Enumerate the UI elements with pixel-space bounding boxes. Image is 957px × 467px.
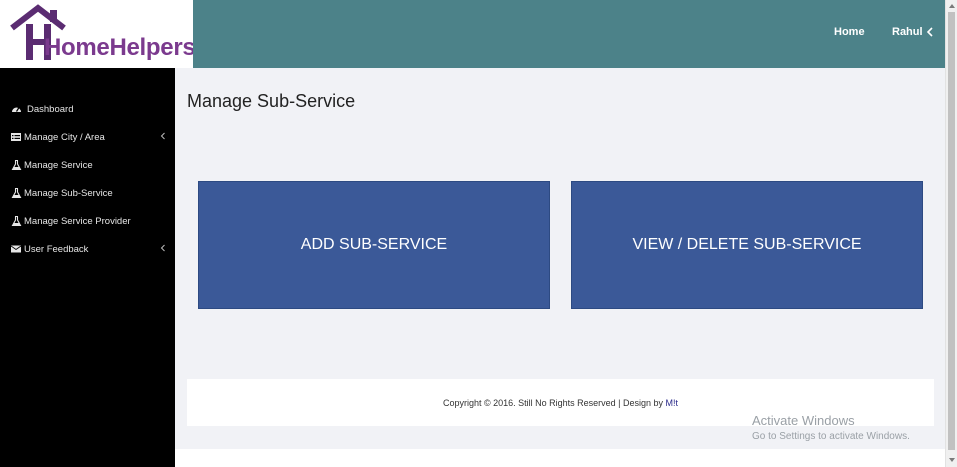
chevron-left-icon	[160, 244, 165, 252]
list-icon	[11, 133, 21, 141]
sidebar-item-manage-sub-service[interactable]: Manage Sub-Service	[0, 179, 175, 207]
flask-icon	[11, 160, 22, 170]
footer-copyright: Copyright © 2016. Still No Rights Reserv…	[187, 398, 934, 408]
sidebar-item-user-feedback[interactable]: User Feedback	[0, 235, 175, 263]
nav-home-link[interactable]: Home	[834, 26, 865, 38]
top-navbar: Home Rahul	[193, 0, 945, 68]
scroll-up-arrow-icon[interactable]	[949, 4, 955, 8]
designer-link[interactable]: M!t	[666, 398, 679, 408]
sidebar-item-label: Manage City / Area	[24, 132, 105, 143]
page-bottom-strip	[175, 449, 945, 467]
add-sub-service-label: ADD SUB-SERVICE	[300, 236, 448, 253]
chevron-left-icon[interactable]	[926, 27, 934, 37]
vertical-scrollbar[interactable]	[945, 0, 957, 467]
chevron-left-icon	[160, 132, 165, 140]
footer-copyright-text: Copyright © 2016. Still No Rights Reserv…	[442, 398, 666, 408]
sidebar-item-manage-service[interactable]: Manage Service	[0, 151, 175, 179]
sidebar-item-city-area[interactable]: Manage City / Area	[0, 123, 175, 151]
dashboard-gauge-icon	[12, 107, 21, 112]
sidebar: Dashboard Manage City / Area Manage Serv…	[0, 68, 175, 467]
logo-text: HomeHelpers	[44, 34, 193, 61]
scrollbar-thumb[interactable]	[948, 12, 955, 450]
activation-watermark-title: Activate Windows	[752, 413, 855, 428]
sidebar-item-service-provider[interactable]: Manage Service Provider	[0, 207, 175, 235]
sidebar-item-dashboard[interactable]: Dashboard	[0, 95, 175, 123]
brand-logo[interactable]: HomeHelpers	[0, 0, 193, 68]
flask-icon	[11, 216, 22, 226]
view-delete-sub-service-label: VIEW / DELETE SUB-SERVICE	[632, 236, 862, 253]
activation-watermark-subtitle: Go to Settings to activate Windows.	[752, 431, 910, 442]
add-sub-service-button[interactable]: ADD SUB-SERVICE	[198, 181, 550, 309]
user-menu-toggle[interactable]: Rahul	[892, 26, 923, 38]
sidebar-item-label: Manage Service	[24, 160, 93, 171]
sidebar-item-label: Dashboard	[27, 104, 74, 115]
scroll-down-arrow-icon[interactable]	[949, 458, 955, 462]
page-title: Manage Sub-Service	[187, 91, 356, 111]
sidebar-item-label: Manage Sub-Service	[24, 188, 113, 199]
envelope-icon	[11, 245, 22, 253]
sidebar-item-label: User Feedback	[24, 244, 89, 255]
view-delete-sub-service-button[interactable]: VIEW / DELETE SUB-SERVICE	[571, 181, 923, 309]
flask-icon	[11, 188, 22, 198]
sidebar-item-label: Manage Service Provider	[24, 216, 131, 227]
